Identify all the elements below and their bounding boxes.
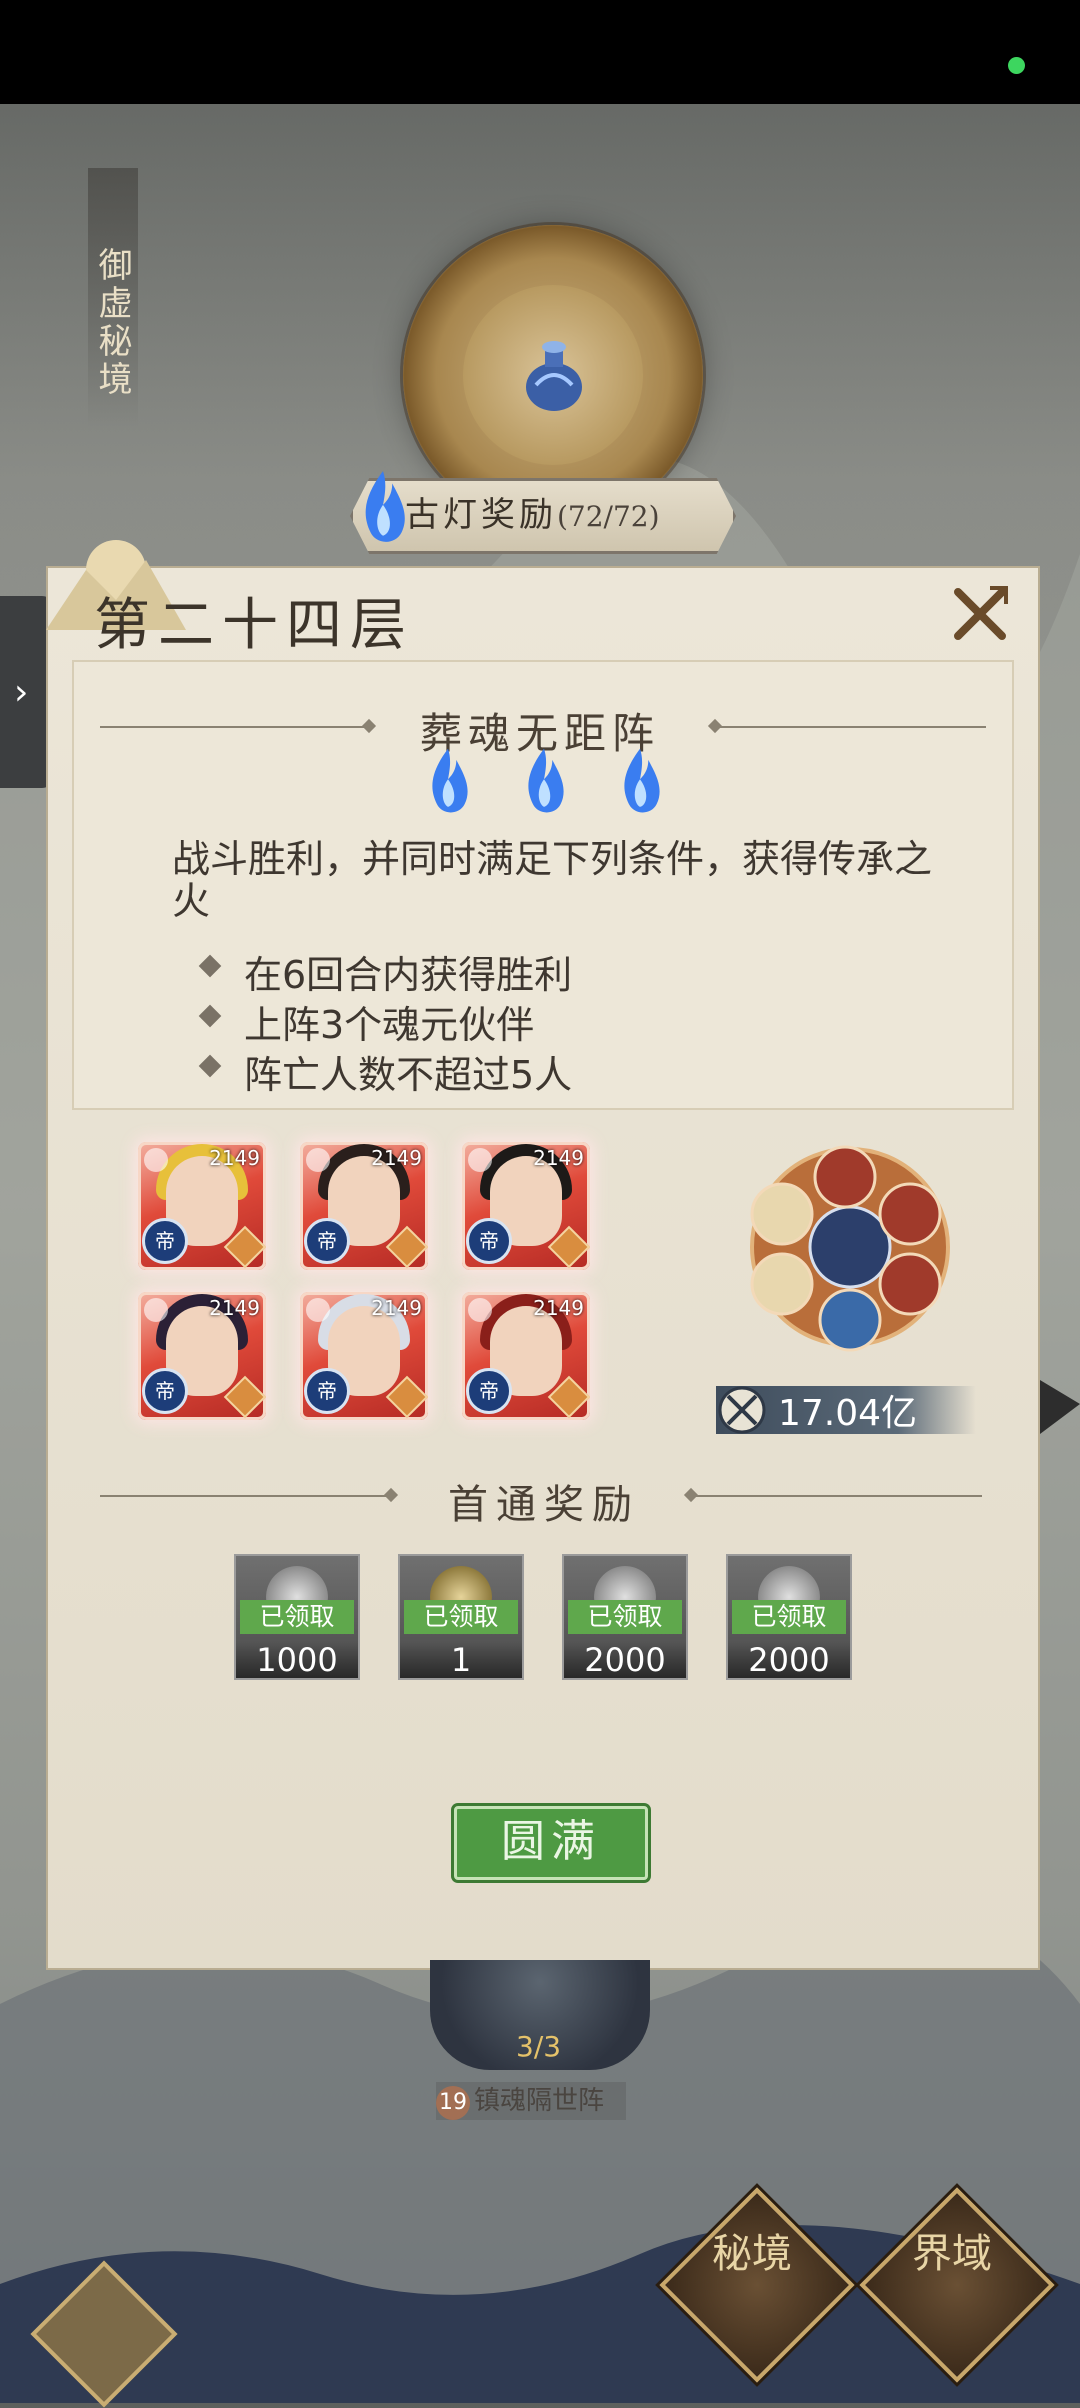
hero-card[interactable]: 2149 帝 — [138, 1292, 266, 1420]
status-indicator-icon — [1008, 57, 1025, 74]
claimed-badge: 已领取 — [404, 1600, 518, 1634]
node-level-badge: 19 — [436, 2086, 470, 2120]
element-icon — [144, 1148, 168, 1172]
claimed-badge: 已领取 — [240, 1600, 354, 1634]
challenge-description: 战斗胜利，并同时满足下列条件，获得传承之火 — [172, 837, 933, 923]
hero-card[interactable]: 2149 帝 — [462, 1142, 590, 1270]
secret-realm-label: 秘境 — [712, 2231, 792, 2277]
blue-flame-icon — [432, 748, 468, 813]
reward-quantity: 1 — [400, 1642, 522, 1678]
reward-quantity: 2000 — [728, 1642, 850, 1678]
rank-badge: 帝 — [304, 1218, 350, 1264]
reward-item[interactable]: 已领取 1 — [398, 1554, 524, 1680]
chevron-right-icon[interactable]: › — [14, 672, 28, 713]
blue-flame-icon — [624, 748, 660, 813]
hero-level: 2149 — [209, 1296, 260, 1320]
reward-item[interactable]: 已领取 1000 — [234, 1554, 360, 1680]
reward-item[interactable]: 已领取 2000 — [726, 1554, 852, 1680]
rank-badge: 帝 — [466, 1218, 512, 1264]
divider-right — [692, 1495, 982, 1497]
hero-level: 2149 — [533, 1296, 584, 1320]
blue-flame-icon — [528, 748, 564, 813]
element-icon — [468, 1148, 492, 1172]
claimed-badge: 已领取 — [732, 1600, 846, 1634]
rank-badge: 帝 — [142, 1218, 188, 1264]
status-bar — [0, 0, 1080, 104]
claimed-badge: 已领取 — [568, 1600, 682, 1634]
hero-level: 2149 — [371, 1296, 422, 1320]
realm-title: 御虚秘境 — [88, 168, 138, 428]
element-icon — [306, 1148, 330, 1172]
reward-quantity: 1000 — [236, 1642, 358, 1678]
divider-right — [716, 726, 986, 728]
rank-badge: 帝 — [304, 1368, 350, 1414]
hero-card[interactable]: 2149 帝 — [138, 1142, 266, 1270]
lamp-reward-title: 古灯奖励 — [405, 495, 557, 535]
lamp-reward-label: 古灯奖励(72/72) — [405, 490, 725, 540]
hero-level: 2149 — [533, 1146, 584, 1170]
floor-title: 第二十四层 — [94, 593, 414, 658]
divider-left — [100, 726, 370, 728]
node-label: 19 镇魂隔世阵 — [436, 2082, 626, 2120]
hero-card[interactable]: 2149 帝 — [462, 1292, 590, 1420]
condition-item: 在6回合内获得胜利 — [244, 953, 573, 997]
rank-badge: 帝 — [142, 1368, 188, 1414]
hero-card[interactable]: 2149 帝 — [300, 1142, 428, 1270]
node-progress: 3/3 — [516, 2030, 562, 2063]
element-icon — [306, 1298, 330, 1322]
team-power: 17.04亿 — [778, 1393, 918, 1434]
condition-item: 阵亡人数不超过5人 — [244, 1053, 573, 1097]
hero-level: 2149 — [209, 1146, 260, 1170]
crossed-swords-icon — [718, 1386, 766, 1434]
reward-item[interactable]: 已领取 2000 — [562, 1554, 688, 1680]
completed-status-button[interactable]: 圆满 — [454, 1806, 648, 1880]
domain-label: 界域 — [912, 2231, 992, 2277]
condition-item: 上阵3个魂元伙伴 — [244, 1003, 535, 1047]
divider-left — [100, 1495, 390, 1497]
hero-level: 2149 — [371, 1146, 422, 1170]
close-icon[interactable] — [950, 584, 1010, 644]
element-icon — [468, 1298, 492, 1322]
first-clear-reward-title: 首通奖励 — [448, 1482, 640, 1528]
reward-quantity: 2000 — [564, 1642, 686, 1678]
hero-card[interactable]: 2149 帝 — [300, 1292, 428, 1420]
rank-badge: 帝 — [466, 1368, 512, 1414]
spirit-bottle-icon — [526, 341, 582, 411]
element-icon — [144, 1298, 168, 1322]
node-name: 镇魂隔世阵 — [474, 2086, 605, 2116]
lamp-reward-count: (72/72) — [557, 500, 660, 533]
formation-wheel-icon[interactable] — [748, 1142, 952, 1352]
